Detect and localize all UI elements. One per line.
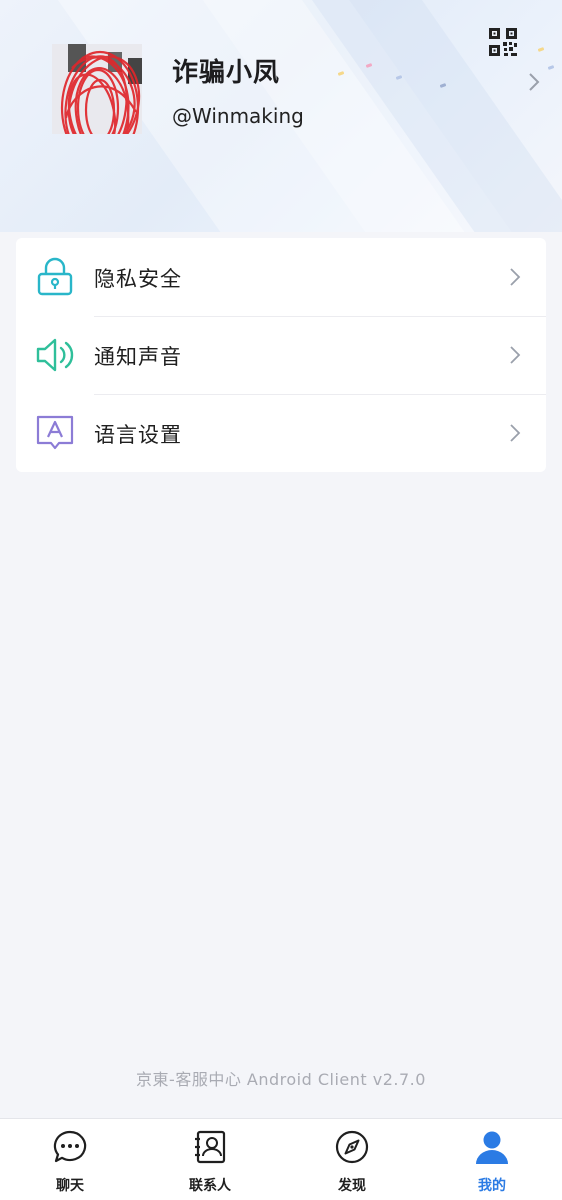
settings-item-language[interactable]: 语言设置: [16, 394, 546, 472]
tab-label: 发现: [338, 1178, 366, 1194]
settings-card: 隐私安全 通知声音 语言设置: [16, 238, 546, 472]
tab-label: 我的: [478, 1178, 506, 1194]
person-icon: [476, 1131, 508, 1164]
tab-discover[interactable]: 发现: [282, 1119, 422, 1200]
profile-name: 诈骗小凤: [172, 58, 281, 88]
chevron-right-icon: [510, 268, 521, 286]
confetti-decoration: [547, 65, 555, 70]
settings-item-label: 通知声音: [94, 345, 182, 369]
settings-item-notification-sound[interactable]: 通知声音: [16, 316, 546, 394]
chevron-right-icon: [510, 424, 521, 442]
app-version-text: 京東-客服中心 Android Client v2.7.0: [136, 1070, 426, 1089]
compass-icon: [335, 1130, 369, 1164]
confetti-decoration: [537, 47, 545, 52]
profile-header[interactable]: 诈骗小凤 @Winmaking: [0, 0, 562, 232]
avatar[interactable]: [52, 44, 142, 134]
contacts-card-icon: [195, 1130, 226, 1164]
app-screen: 诈骗小凤 @Winmaking 隐私安全 通知声音 语言设置 京東-客服中心 A…: [0, 0, 562, 1200]
chat-bubble-icon: [53, 1130, 87, 1163]
chevron-right-icon: [510, 346, 521, 364]
chevron-right-icon[interactable]: [526, 70, 542, 94]
qr-code-icon[interactable]: [488, 27, 518, 57]
speaker-icon: [36, 338, 74, 372]
bottom-tab-bar: 聊天 联系人 发现 我的: [0, 1118, 562, 1200]
settings-item-label: 隐私安全: [94, 267, 182, 291]
settings-item-label: 语言设置: [94, 423, 182, 447]
settings-item-privacy[interactable]: 隐私安全: [16, 238, 546, 316]
tab-contacts[interactable]: 联系人: [140, 1119, 280, 1200]
tab-chat[interactable]: 聊天: [0, 1119, 140, 1200]
tab-me[interactable]: 我的: [422, 1119, 562, 1200]
lock-icon: [37, 257, 73, 296]
language-icon: [36, 415, 74, 450]
tab-label: 联系人: [189, 1178, 231, 1194]
tab-label: 聊天: [56, 1178, 84, 1194]
profile-handle: @Winmaking: [172, 104, 304, 128]
redaction-scribble-icon: [60, 50, 141, 134]
